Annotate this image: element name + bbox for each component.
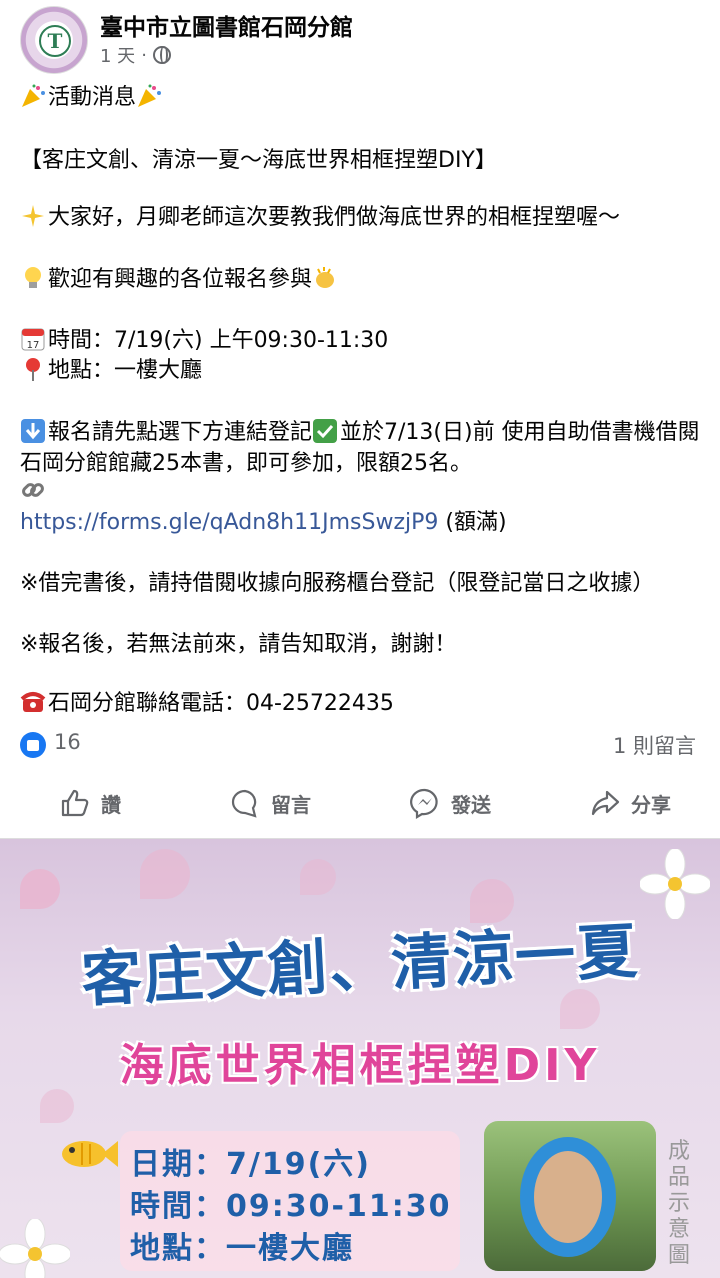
- intro-line-2-row: 歡迎有興趣的各位報名參與: [20, 264, 710, 295]
- banner-place: 地點：一樓大廳: [130, 1231, 354, 1266]
- banner-time: 時間：09:30-11:30: [130, 1189, 452, 1224]
- time-line: 時間：7/19(六) 上午09:30-11:30: [48, 328, 389, 353]
- post-heading: 活動消息: [48, 85, 137, 110]
- sample-product-photo: [484, 1121, 656, 1271]
- post-stats: 16 1 則留言: [0, 728, 720, 764]
- round-pushpin-icon: [26, 358, 40, 381]
- intro-line-1: 大家好，月卿老師這次要教我們做海底世界的相框捏塑喔～: [48, 205, 621, 230]
- phone-line: 石岡分館聯絡電話：04-25722435: [48, 691, 394, 716]
- intro-line-2: 歡迎有興趣的各位報名參與: [48, 267, 313, 292]
- event-title: 【客庄文創、清涼一夏～海底世界相框捏塑DIY】: [20, 148, 497, 173]
- globe-icon: [152, 46, 171, 64]
- place-line: 地點：一樓大廳: [48, 358, 203, 383]
- time-row: 17 時間：7/19(六) 上午09:30-11:30: [20, 325, 710, 356]
- library-logo-icon: T: [39, 25, 71, 57]
- svg-text:17: 17: [27, 340, 40, 351]
- share-arrow-icon: [591, 790, 620, 816]
- page-avatar[interactable]: T: [20, 6, 88, 74]
- messenger-icon: [410, 788, 438, 819]
- post-header: T 臺中市立圖書館石岡分館 1 天 ·: [0, 0, 720, 78]
- place-row: 地點：一樓大廳: [20, 355, 710, 386]
- like-count[interactable]: 16: [54, 730, 81, 754]
- telephone-icon: [20, 692, 46, 712]
- petal-decoration: [300, 859, 336, 895]
- note-2: ※報名後，若無法前來，請告知取消，謝謝！: [20, 632, 457, 657]
- link-emoji-row: [20, 476, 710, 507]
- sparkles-icon: [22, 205, 44, 227]
- action-bar: 讚 留言 發送 分享: [0, 778, 720, 828]
- share-button[interactable]: 分享: [540, 778, 720, 828]
- meta-separator: ·: [141, 44, 147, 66]
- intro-paragraph: 大家好，月卿老師這次要教我們做海底世界的相框捏塑喔～: [20, 202, 710, 233]
- signup-text-a: 報名請先點選下方連結登記: [48, 420, 313, 445]
- petal-decoration: [40, 1089, 74, 1123]
- thumbs-up-icon: [61, 789, 89, 817]
- signup-paragraph: 報名請先點選下方連結登記 並於7/13(日)前 使用自助借書機借閱石岡分館館藏25…: [20, 417, 710, 479]
- send-label: 發送: [451, 792, 491, 817]
- send-button[interactable]: 發送: [360, 778, 540, 828]
- comment-label: 留言: [271, 792, 311, 817]
- clapping-hands-icon: [316, 267, 335, 288]
- petal-decoration: [140, 849, 190, 899]
- link-note: (額滿): [438, 510, 507, 535]
- like-reaction-icon[interactable]: [20, 732, 46, 758]
- page-name[interactable]: 臺中市立圖書館石岡分館: [100, 8, 353, 42]
- note-1: ※借完書後，請持借閱收據向服務櫃台登記（限登記當日之收據）: [20, 571, 655, 596]
- fish-icon: [62, 1141, 118, 1167]
- white-flower-icon: [0, 1219, 70, 1278]
- down-arrow-icon: [21, 419, 45, 443]
- party-popper-icon: [138, 84, 162, 107]
- like-button[interactable]: 讚: [0, 778, 180, 828]
- light-bulb-icon: [25, 267, 41, 288]
- post-meta: 1 天 ·: [100, 42, 171, 68]
- comment-bubble-icon: [231, 789, 257, 818]
- post-time[interactable]: 1 天: [100, 42, 135, 68]
- share-label: 分享: [631, 792, 671, 817]
- phone-row: 石岡分館聯絡電話：04-25722435: [20, 688, 710, 719]
- clay-frame-shape: [520, 1137, 616, 1257]
- like-label: 讚: [101, 792, 121, 817]
- banner-subtitle: 海底世界相框捏塑DIY: [119, 1040, 601, 1091]
- check-mark-icon: [313, 419, 338, 443]
- banner-title: 客庄文創、清涼一夏: [79, 916, 641, 1016]
- signup-link[interactable]: https://forms.gle/qAdn8h11JmsSwzjP9: [20, 510, 438, 535]
- heading-line: 活動消息: [20, 82, 710, 113]
- party-popper-icon: [22, 84, 45, 107]
- event-banner-image[interactable]: 客庄文創、清涼一夏 海底世界相框捏塑DIY 日期：7/19(六) 時間：09:3…: [0, 838, 720, 1278]
- petal-decoration: [20, 869, 60, 909]
- link-row: https://forms.gle/qAdn8h11JmsSwzjP9 (額滿): [20, 507, 710, 538]
- banner-date: 日期：7/19(六): [130, 1147, 372, 1182]
- link-icon: [22, 483, 44, 497]
- comment-button[interactable]: 留言: [180, 778, 360, 828]
- calendar-icon: 17: [21, 328, 45, 351]
- petal-decoration: [560, 989, 600, 1029]
- comment-count[interactable]: 1 則留言: [613, 730, 696, 760]
- photo-caption: 成品示意圖: [667, 1139, 690, 1268]
